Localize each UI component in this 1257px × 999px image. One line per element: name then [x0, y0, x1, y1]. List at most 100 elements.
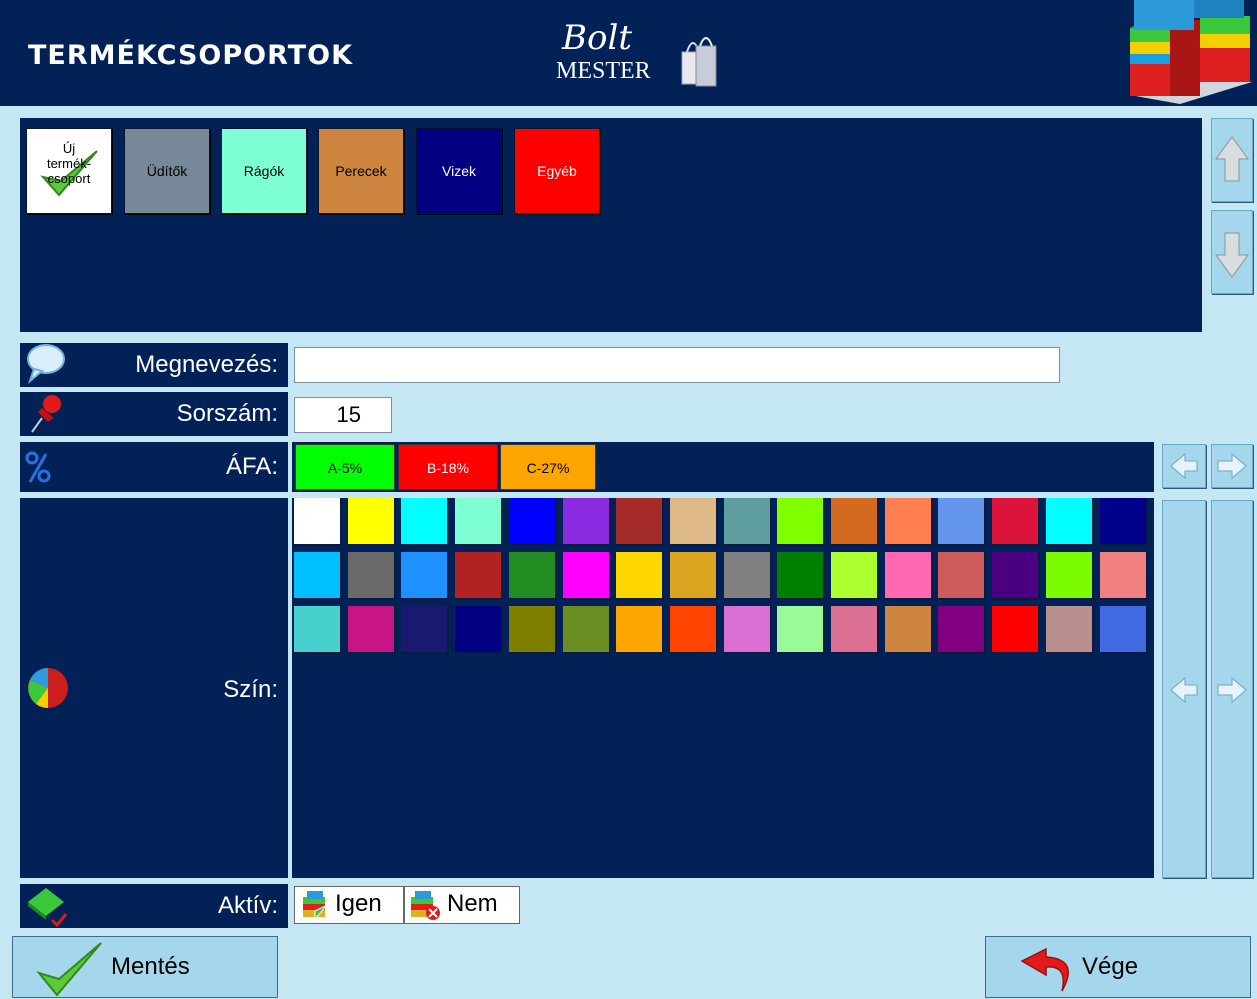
scroll-up-button[interactable] [1211, 118, 1253, 202]
exit-label: Vége [1082, 953, 1139, 980]
percent-icon [25, 451, 51, 483]
color-swatch[interactable] [508, 498, 557, 546]
vat-option-a[interactable]: A-5% [295, 444, 395, 490]
new-group-line1: Új [62, 141, 76, 156]
active-diamond-icon [28, 888, 68, 928]
color-swatch[interactable] [562, 552, 611, 600]
group-button-uditok[interactable]: Üdítők [124, 128, 210, 214]
active-no-label: Nem [447, 890, 498, 917]
group-button-vizek[interactable]: Vizek [416, 128, 502, 214]
color-swatch[interactable] [669, 498, 718, 546]
vat-next-button[interactable] [1211, 444, 1253, 488]
color-swatch[interactable] [455, 606, 504, 654]
bar-chart-logo-icon [1130, 0, 1252, 104]
color-swatch[interactable] [723, 552, 772, 600]
color-swatch[interactable] [347, 498, 396, 546]
color-swatch[interactable] [723, 498, 772, 546]
save-button[interactable]: Mentés [12, 936, 278, 998]
color-swatch[interactable] [884, 606, 933, 654]
vat-label: ÁFA: [225, 453, 278, 480]
color-swatch[interactable] [508, 606, 557, 654]
active-yes-label: Igen [335, 890, 382, 917]
logo-mester-text: MESTER [556, 58, 651, 84]
arrow-right-icon [1217, 676, 1247, 704]
vat-prev-button[interactable] [1162, 444, 1206, 488]
color-swatch[interactable] [669, 606, 718, 654]
active-no-icon [411, 891, 440, 920]
vat-option-c[interactable]: C-27% [500, 444, 596, 490]
undo-arrow-icon [1020, 947, 1069, 992]
color-swatch[interactable] [347, 606, 396, 654]
color-swatch[interactable] [938, 552, 987, 600]
color-swatch[interactable] [831, 498, 879, 546]
arrow-left-icon [1170, 452, 1198, 480]
save-checkmark-icon [36, 942, 102, 997]
color-swatch[interactable] [562, 606, 611, 654]
color-swatch[interactable] [831, 606, 879, 654]
arrow-left-icon [1170, 676, 1198, 704]
arrow-right-icon [1217, 452, 1247, 480]
active-no-button[interactable]: Nem [404, 886, 520, 924]
color-swatch[interactable] [401, 606, 450, 654]
exit-button[interactable]: Vége [985, 936, 1251, 998]
color-swatch[interactable] [1099, 552, 1148, 600]
color-swatch[interactable] [455, 498, 504, 546]
vat-option-b[interactable]: B-18% [398, 444, 498, 490]
color-swatch[interactable] [1099, 606, 1148, 654]
group-button-egyeb[interactable]: Egyéb [514, 128, 600, 214]
new-group-button[interactable]: Új termék- csoport [26, 128, 112, 214]
group-button-perecek[interactable]: Perecek [318, 128, 404, 214]
color-swatch[interactable] [401, 552, 450, 600]
color-label-row: Szín: [20, 498, 288, 878]
order-label-row: Sorszám: [20, 392, 288, 436]
scroll-down-button[interactable] [1211, 210, 1253, 294]
color-swatch[interactable] [347, 552, 396, 600]
new-group-line3: csoport [47, 171, 91, 186]
color-swatch[interactable] [831, 552, 879, 600]
active-label: Aktív: [217, 892, 278, 919]
group-button-ragok[interactable]: Rágók [221, 128, 307, 214]
page-title: TERMÉKCSOPORTOK [28, 40, 353, 71]
order-input[interactable]: 15 [294, 397, 392, 433]
color-swatch[interactable] [777, 606, 826, 654]
color-swatch[interactable] [992, 606, 1041, 654]
color-swatch[interactable] [1099, 498, 1148, 546]
color-swatch[interactable] [669, 552, 718, 600]
active-label-row: Aktív: [20, 884, 288, 928]
color-swatch[interactable] [508, 552, 557, 600]
color-swatch[interactable] [455, 552, 504, 600]
color-swatch[interactable] [1045, 552, 1094, 600]
color-swatch[interactable] [1045, 498, 1094, 546]
color-swatch[interactable] [294, 606, 342, 654]
color-prev-button[interactable] [1162, 500, 1206, 878]
color-swatch[interactable] [294, 552, 342, 600]
order-label: Sorszám: [176, 400, 278, 427]
color-swatch[interactable] [777, 498, 826, 546]
color-swatch[interactable] [777, 552, 826, 600]
color-swatch[interactable] [884, 498, 933, 546]
shopping-bags-icon [681, 37, 717, 87]
app-logo: Bolt MESTER [556, 18, 736, 96]
color-swatch[interactable] [562, 498, 611, 546]
color-swatch[interactable] [992, 552, 1041, 600]
pushpin-icon [31, 395, 61, 433]
color-swatch[interactable] [616, 606, 665, 654]
color-next-button[interactable] [1211, 500, 1253, 878]
active-yes-button[interactable]: Igen [294, 886, 404, 924]
color-swatch[interactable] [1045, 606, 1094, 654]
color-swatch[interactable] [884, 552, 933, 600]
color-swatch[interactable] [616, 552, 665, 600]
name-label: Megnevezés: [135, 351, 278, 378]
color-swatch[interactable] [992, 498, 1041, 546]
new-group-line2: termék- [46, 156, 92, 171]
color-swatch[interactable] [938, 606, 987, 654]
color-swatch[interactable] [723, 606, 772, 654]
name-input[interactable] [294, 347, 1060, 383]
color-swatch[interactable] [938, 498, 987, 546]
color-swatch[interactable] [616, 498, 665, 546]
color-swatch[interactable] [294, 498, 342, 546]
logo-bolt-text: Bolt [562, 18, 632, 58]
header-bar: TERMÉKCSOPORTOK Bolt MESTER [0, 0, 1257, 106]
color-swatch[interactable] [401, 498, 450, 546]
pie-chart-icon [28, 668, 68, 708]
